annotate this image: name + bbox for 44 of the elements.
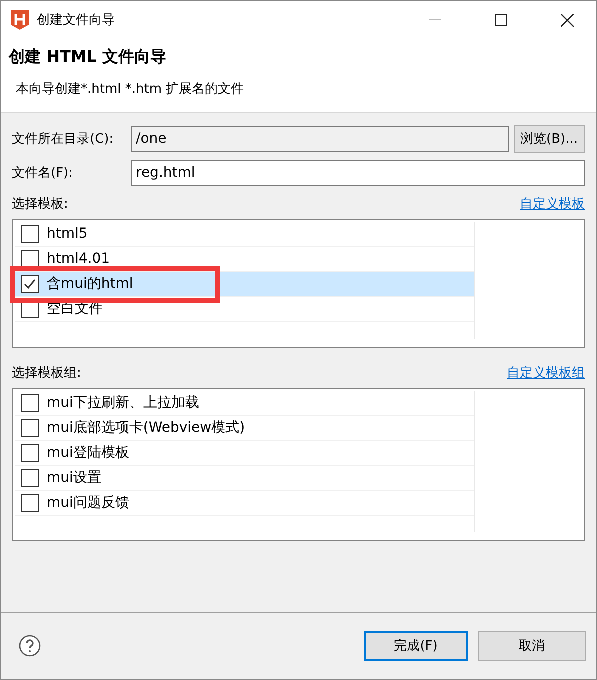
directory-field[interactable]: /one — [131, 126, 509, 152]
checkbox[interactable] — [21, 394, 39, 412]
template-item[interactable]: 空白文件 — [15, 297, 474, 322]
field-label: 文件所在目录(C): — [12, 131, 115, 148]
minimize-icon — [429, 19, 441, 21]
checkbox[interactable] — [21, 444, 39, 462]
checkbox[interactable] — [21, 494, 39, 512]
custom-template-group-link[interactable]: 自定义模板组 — [507, 364, 585, 382]
browse-button[interactable]: 浏览(B)... — [514, 125, 585, 153]
custom-template-link[interactable]: 自定义模板 — [520, 195, 585, 213]
field-label: 文件名(F): — [12, 165, 74, 182]
template-item[interactable]: html5 — [15, 222, 474, 247]
maximize-icon — [495, 14, 507, 26]
item-label: 空白文件 — [47, 300, 103, 318]
cancel-button[interactable]: 取消 — [478, 631, 586, 661]
item-label: 含mui的html — [47, 275, 134, 293]
item-label: mui登陆模板 — [47, 444, 130, 462]
section-label: 选择模板: — [12, 196, 68, 213]
item-label: mui设置 — [47, 468, 102, 486]
item-label: mui问题反馈 — [47, 494, 130, 512]
check-icon — [23, 277, 37, 291]
checkbox[interactable] — [21, 225, 39, 243]
section-label: 选择模板组: — [12, 364, 82, 382]
item-label: html5 — [47, 226, 88, 242]
item-label: mui底部选项卡(Webview模式) — [47, 418, 246, 436]
template-item[interactable]: mui设置 — [15, 466, 474, 490]
filename-field[interactable]: reg.html — [131, 160, 585, 186]
finish-button[interactable]: 完成(F) — [364, 631, 468, 661]
close-icon — [560, 14, 574, 26]
wizard-title: 创建 HTML 文件向导 — [9, 47, 168, 68]
checkbox[interactable] — [21, 468, 39, 486]
item-label: mui下拉刷新、上拉加载 — [47, 394, 200, 412]
help-icon[interactable] — [19, 635, 41, 657]
template-item[interactable]: mui登陆模板 — [15, 440, 474, 466]
wizard-description: 本向导创建*.html *.htm 扩展名的文件 — [15, 81, 246, 98]
app-logo-icon — [11, 10, 29, 30]
window-title: 创建文件向导 — [37, 12, 116, 29]
template-item[interactable]: mui底部选项卡(Webview模式) — [15, 416, 474, 440]
checkbox[interactable] — [21, 275, 39, 293]
template-item[interactable]: 含mui的html — [15, 272, 474, 297]
template-item[interactable]: mui下拉刷新、上拉加载 — [15, 390, 474, 416]
item-label: html4.01 — [47, 251, 110, 267]
checkbox[interactable] — [21, 418, 39, 436]
template-item[interactable]: mui问题反馈 — [15, 490, 474, 516]
